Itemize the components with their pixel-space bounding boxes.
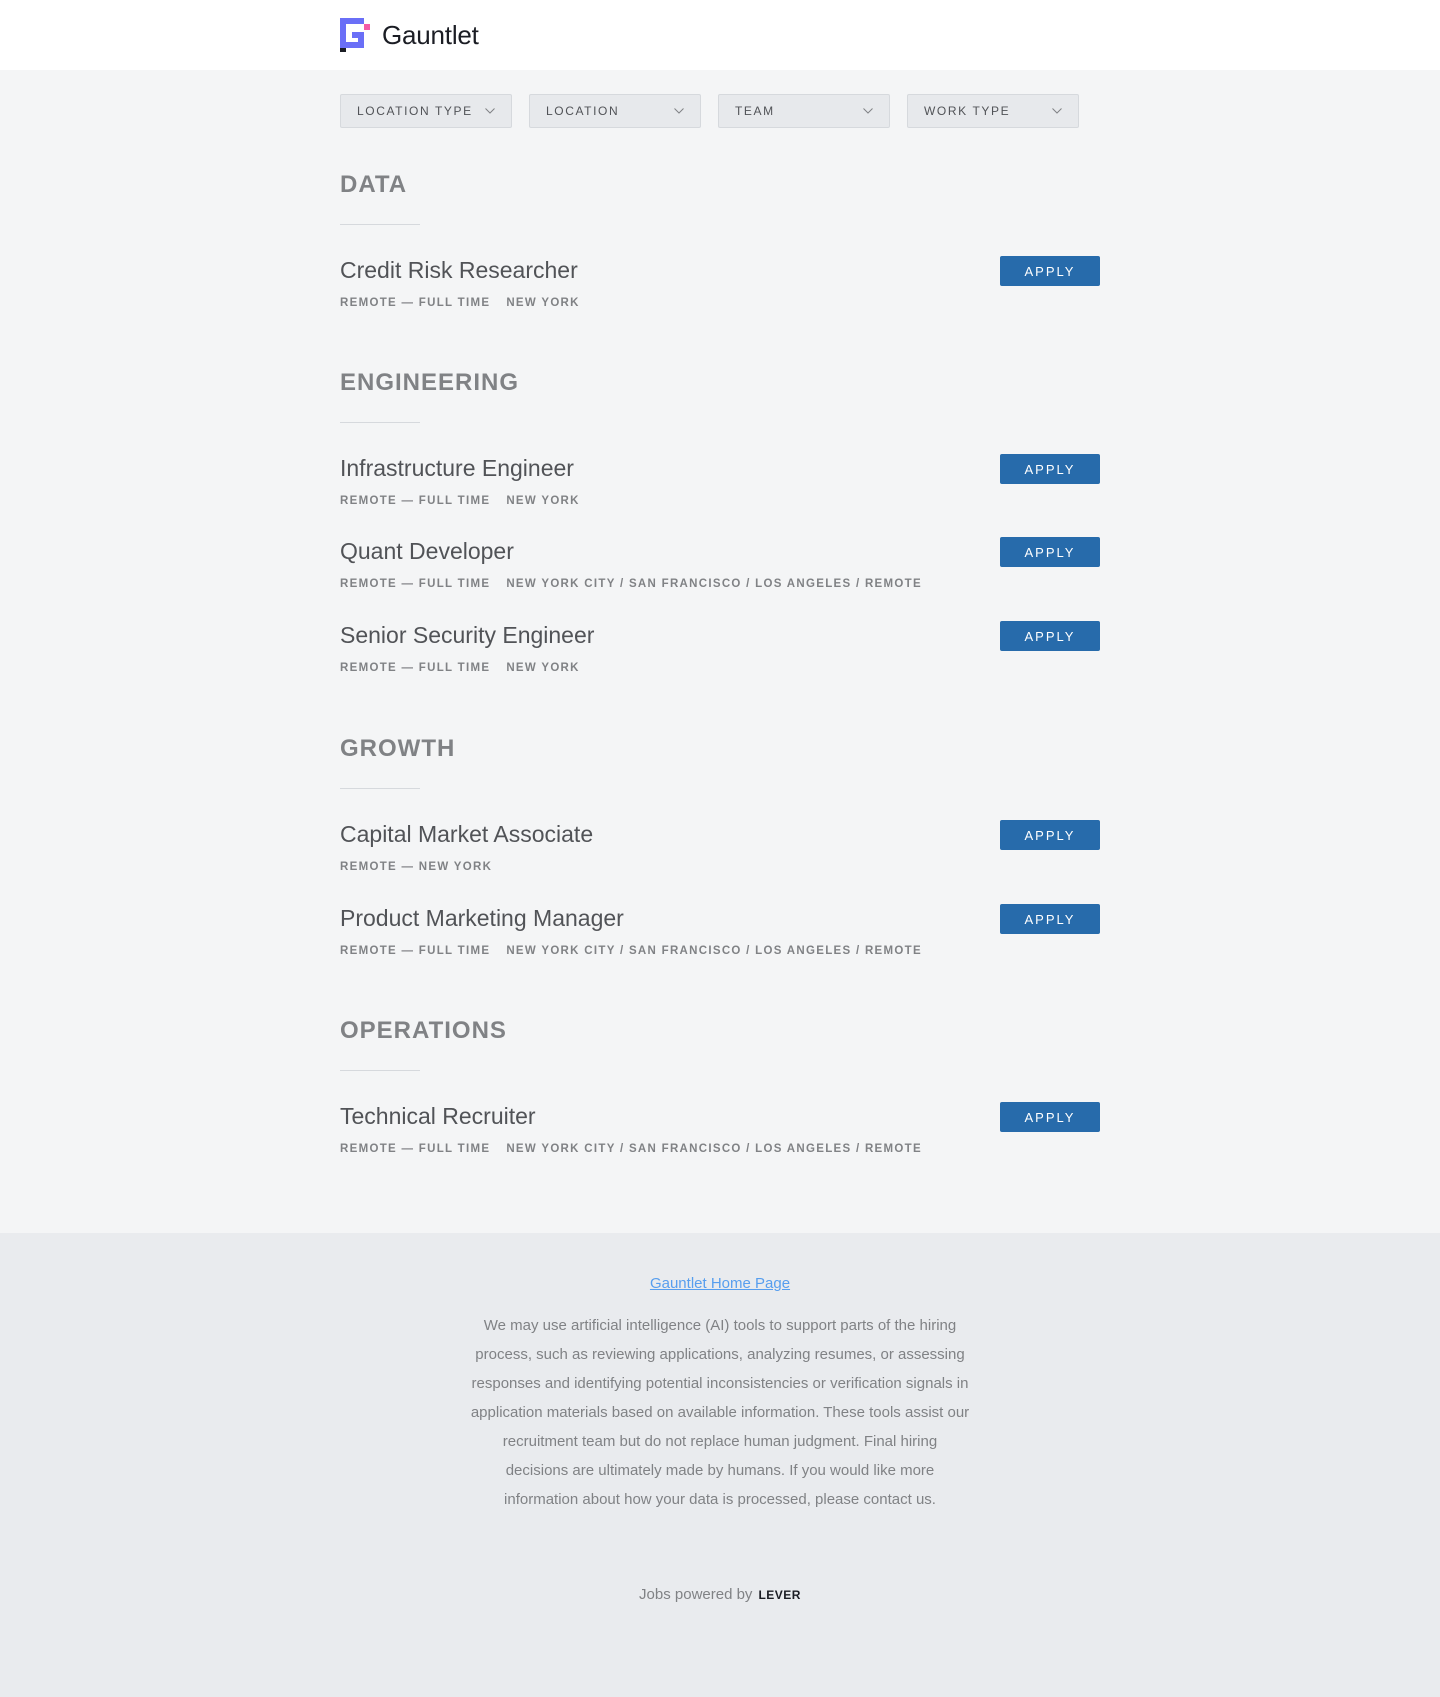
ai-notice: We may use artificial intelligence (AI) … xyxy=(470,1317,970,1508)
filter-location-type[interactable]: LOCATION TYPE xyxy=(340,94,512,128)
powered-by: Jobs powered by LEVER xyxy=(0,1586,1440,1603)
group-title: OPERATIONS xyxy=(340,1017,507,1044)
posting-meta: REMOTE — FULL TIME NEW YORK xyxy=(340,494,580,508)
posting-meta: REMOTE — FULL TIME NEW YORK xyxy=(340,296,580,310)
posting-commitment: REMOTE — FULL TIME xyxy=(340,662,491,674)
posting-commitment: REMOTE — FULL TIME xyxy=(340,945,491,957)
chevron-down-icon xyxy=(485,108,495,114)
posting-group-engineering: ENGINEERING Infrastructure Engineer REMO… xyxy=(340,368,1100,688)
posting-group-operations: OPERATIONS Technical Recruiter REMOTE — … xyxy=(340,1016,1100,1176)
posting-item: Senior Security Engineer REMOTE — FULL T… xyxy=(340,621,1100,683)
apply-button[interactable]: APPLY xyxy=(1000,256,1100,286)
posting-location: NEW YORK xyxy=(506,297,580,309)
lever-logo[interactable]: LEVER xyxy=(758,1588,801,1602)
posting-title[interactable]: Technical Recruiter xyxy=(340,1102,536,1130)
posting-meta: REMOTE — FULL TIME NEW YORK CITY / SAN FR… xyxy=(340,1142,922,1156)
posting-meta: REMOTE — NEW YORK xyxy=(340,860,492,874)
site-footer: Gauntlet Home Page We may use artificial… xyxy=(0,1233,1440,1697)
group-divider xyxy=(340,1070,420,1071)
group-title: DATA xyxy=(340,171,408,198)
filter-work-type[interactable]: WORK TYPE xyxy=(907,94,1079,128)
filter-label: LOCATION xyxy=(546,104,620,118)
filter-location[interactable]: LOCATION xyxy=(529,94,701,128)
apply-button[interactable]: APPLY xyxy=(1000,454,1100,484)
posting-commitment: REMOTE — FULL TIME xyxy=(340,1143,491,1155)
chevron-down-icon xyxy=(1052,108,1062,114)
posting-location: NEW YORK xyxy=(506,495,580,507)
brand-name: Gauntlet xyxy=(382,19,479,50)
group-title: GROWTH xyxy=(340,735,456,762)
posting-item: Capital Market Associate REMOTE — NEW YO… xyxy=(340,820,1100,882)
posting-title[interactable]: Capital Market Associate xyxy=(340,820,593,848)
filter-label: WORK TYPE xyxy=(924,104,1011,118)
posting-location: NEW YORK CITY / SAN FRANCISCO / LOS ANGE… xyxy=(506,578,922,590)
posting-title[interactable]: Product Marketing Manager xyxy=(340,904,624,932)
filter-bar: LOCATION TYPE LOCATION TEAM WORK TYPE xyxy=(340,94,1096,128)
posting-location: NEW YORK CITY / SAN FRANCISCO / LOS ANGE… xyxy=(506,945,922,957)
posting-title[interactable]: Quant Developer xyxy=(340,537,514,565)
group-divider xyxy=(340,422,420,423)
filter-label: LOCATION TYPE xyxy=(357,104,473,118)
group-divider xyxy=(340,224,420,225)
apply-button[interactable]: APPLY xyxy=(1000,537,1100,567)
gauntlet-logo-icon xyxy=(340,18,370,52)
job-listings: LOCATION TYPE LOCATION TEAM WORK TYPE DA… xyxy=(0,70,1440,1233)
posting-meta: REMOTE — FULL TIME NEW YORK CITY / SAN FR… xyxy=(340,577,922,591)
site-header: Gauntlet xyxy=(0,0,1440,70)
apply-button[interactable]: APPLY xyxy=(1000,621,1100,651)
posting-item: Infrastructure Engineer REMOTE — FULL TI… xyxy=(340,454,1100,516)
filter-team[interactable]: TEAM xyxy=(718,94,890,128)
posting-group-growth: GROWTH Capital Market Associate REMOTE —… xyxy=(340,734,1100,974)
posting-title[interactable]: Infrastructure Engineer xyxy=(340,454,574,482)
powered-by-text: Jobs powered by xyxy=(639,1586,753,1603)
posting-commitment: REMOTE — FULL TIME xyxy=(340,578,491,590)
home-link-container: Gauntlet Home Page xyxy=(0,1275,1440,1292)
posting-item: Quant Developer REMOTE — FULL TIME NEW YO… xyxy=(340,537,1100,599)
posting-title[interactable]: Credit Risk Researcher xyxy=(340,256,578,284)
filter-label: TEAM xyxy=(735,104,775,118)
posting-meta: REMOTE — FULL TIME NEW YORK xyxy=(340,661,580,675)
posting-commitment: REMOTE — FULL TIME xyxy=(340,495,491,507)
home-page-link[interactable]: Gauntlet Home Page xyxy=(650,1275,790,1292)
group-divider xyxy=(340,788,420,789)
brand-logo[interactable]: Gauntlet xyxy=(340,18,479,52)
apply-button[interactable]: APPLY xyxy=(1000,1102,1100,1132)
chevron-down-icon xyxy=(863,108,873,114)
apply-button[interactable]: APPLY xyxy=(1000,904,1100,934)
chevron-down-icon xyxy=(674,108,684,114)
posting-title[interactable]: Senior Security Engineer xyxy=(340,621,594,649)
posting-item: Credit Risk Researcher REMOTE — FULL TIM… xyxy=(340,256,1100,318)
posting-location: NEW YORK CITY / SAN FRANCISCO / LOS ANGE… xyxy=(506,1143,922,1155)
posting-commitment: REMOTE — FULL TIME xyxy=(340,297,491,309)
posting-item: Technical Recruiter REMOTE — FULL TIME NE… xyxy=(340,1102,1100,1164)
posting-item: Product Marketing Manager REMOTE — FULL … xyxy=(340,904,1100,966)
posting-commitment: REMOTE — NEW YORK xyxy=(340,861,493,873)
posting-group-data: DATA Credit Risk Researcher REMOTE — FUL… xyxy=(340,170,1100,330)
apply-button[interactable]: APPLY xyxy=(1000,820,1100,850)
group-title: ENGINEERING xyxy=(340,369,520,396)
posting-meta: REMOTE — FULL TIME NEW YORK CITY / SAN FR… xyxy=(340,944,922,958)
posting-location: NEW YORK xyxy=(506,662,580,674)
